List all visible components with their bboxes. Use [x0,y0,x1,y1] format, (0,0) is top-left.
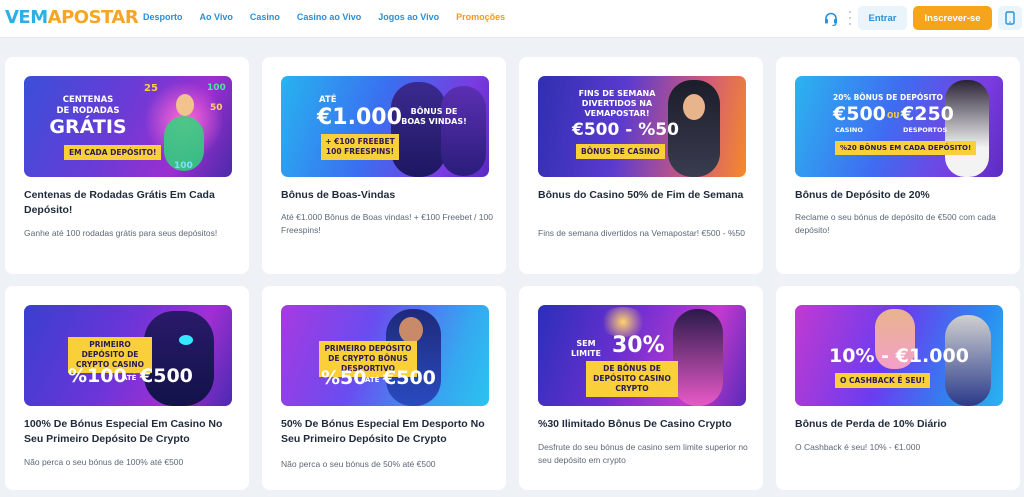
promo-banner-image[interactable]: Até €1.000 Bônus de boas vindas! + €100 … [281,76,489,177]
promo-card[interactable]: Centenas de rodadas Grátis Em cada depós… [5,57,249,274]
banner-text: divertidos na [581,99,653,108]
banner-text: %100 [68,365,127,387]
promo-description: Ganhe até 100 rodadas grátis para seus d… [24,228,218,238]
mobile-app-icon[interactable] [998,6,1022,30]
banner-text: Centenas [62,95,114,105]
banner-text: Desportos [903,126,948,134]
banner-tag: Em cada depósito! [64,145,162,160]
decorative-glow [176,94,194,116]
promo-card[interactable]: Primeiro depósito de crypto casino %100 … [5,286,249,490]
banner-text: €500 - %50 [572,120,679,140]
promo-description: Fins de semana divertidos na Vemapostar!… [538,228,745,238]
banner-text: €500 [140,365,193,387]
banner-tag: De bônus de depósito casino crypto [586,361,678,397]
promo-card[interactable]: Sem limite 30% De bônus de depósito casi… [519,286,763,490]
reel-50: 50 [210,103,223,113]
banner-text: Casino [835,126,863,134]
nav-desporto[interactable]: Desporto [143,12,183,22]
banner-text: até [122,374,137,382]
promo-description: Até €1.000 Bônus de Boas vindas! + €100 … [281,212,493,235]
banner-text: €1.000 [317,105,402,130]
promo-title[interactable]: Bônus de Depósito de 20% [795,188,1005,203]
main-nav: Desporto Ao Vivo Casino Casino ao Vivo J… [143,12,522,22]
promo-banner-image[interactable]: Sem limite 30% De bônus de depósito casi… [538,305,746,406]
banner-tag: Bônus de casino [576,144,665,159]
headset-icon[interactable] [821,9,841,29]
promo-title[interactable]: Bônus de Boas-Vindas [281,188,491,203]
logo-part-1: VEM [5,7,48,28]
decorative-figure [144,311,214,406]
banner-text: de rodadas [56,106,120,116]
decorative-figure [945,80,989,177]
banner-text: ou [887,111,900,120]
promo-banner-image[interactable]: Fins de semana divertidos na Vemapostar!… [538,76,746,177]
decorative-figure [441,86,486,176]
banner-text: 20% bônus de depósito [833,93,943,102]
banner-tag: O cashback é seu! [835,373,931,388]
promo-banner-image[interactable]: 20% bônus de depósito €500 Casino ou €25… [795,76,1003,177]
promo-banner-image[interactable]: Primeiro depósito de crypto casino %100 … [24,305,232,406]
decorative-figure [683,94,705,120]
promo-title[interactable]: %30 Ilimitado Bônus De Casino Crypto [538,417,748,432]
banner-text: Bônus de boas vindas! [401,107,467,126]
promo-card[interactable]: Até €1.000 Bônus de boas vindas! + €100 … [262,57,506,274]
banner-text: €500 [833,103,886,125]
reel-100b: 100 [174,161,193,171]
promo-description: Desfrute do seu bónus de casino sem limi… [538,442,748,465]
promo-description: Reclame o seu bónus de depósito de €500 … [795,212,996,235]
banner-text: €500 [383,367,436,389]
promo-banner-image[interactable]: Primeiro depósito de crypto bônus despor… [281,305,489,406]
promo-description: Não perca o seu bónus de 50% até €500 [281,459,436,469]
login-button[interactable]: Entrar [858,6,907,30]
banner-tag: %20 bônus em cada depósito! [835,141,977,155]
promo-banner-image[interactable]: Centenas de rodadas Grátis Em cada depós… [24,76,232,177]
top-header: VEMAPOSTAR Desporto Ao Vivo Casino Casin… [0,0,1024,38]
promo-card[interactable]: 20% bônus de depósito €500 Casino ou €25… [776,57,1020,274]
banner-text: 30% [612,333,665,358]
reel-25: 25 [144,83,158,94]
nav-casino[interactable]: Casino [250,12,280,22]
promo-card[interactable]: 10% - €1.000 O cashback é seu! Bônus de … [776,286,1020,490]
banner-text: Vemapostar! [584,109,650,118]
banner-tag: + €100 Freebet 100 Freespins! [321,134,399,160]
nav-casino-ao-vivo[interactable]: Casino ao Vivo [297,12,361,22]
reel-100: 100 [207,83,226,93]
promo-title[interactable]: Centenas de Rodadas Grátis Em Cada Depós… [24,188,234,218]
vemapostar-logo[interactable]: VEMAPOSTAR [5,7,139,28]
banner-text: €250 [901,103,954,125]
promo-card[interactable]: Primeiro depósito de crypto bônus despor… [262,286,506,490]
decorative-figure [399,317,423,343]
promo-card[interactable]: Fins de semana divertidos na Vemapostar!… [519,57,763,274]
decorative-figure [673,309,723,406]
promo-description: O Cashback é seu! 10% - €1.000 [795,442,921,452]
signup-button[interactable]: Inscrever-se [913,6,992,30]
promo-description: Não perca o seu bónus de 100% até €500 [24,457,184,467]
nav-promocoes[interactable]: Promoções [456,12,505,22]
promo-title[interactable]: 50% De Bónus Especial Em Desporto No Seu… [281,417,491,447]
decorative-glow [179,335,193,345]
more-options-icon[interactable] [848,11,851,25]
nav-jogos-ao-vivo[interactable]: Jogos ao Vivo [378,12,439,22]
promo-title[interactable]: Bônus do Casino 50% de Fim de Semana [538,188,748,203]
banner-text: 10% - €1.000 [829,345,969,367]
banner-text: %50 [321,367,367,389]
logo-part-2: APOSTAR [47,7,139,28]
nav-ao-vivo[interactable]: Ao Vivo [200,12,233,22]
banner-text: Grátis [49,116,127,138]
promo-title[interactable]: Bônus de Perda de 10% Diário [795,417,1005,432]
banner-text: Sem limite [571,339,601,358]
banner-text: Fins de semana [578,89,656,98]
banner-text: até [365,376,380,384]
promo-title[interactable]: 100% De Bónus Especial Em Casino No Seu … [24,417,234,447]
promo-banner-image[interactable]: 10% - €1.000 O cashback é seu! [795,305,1003,406]
banner-text: Até [319,95,337,105]
